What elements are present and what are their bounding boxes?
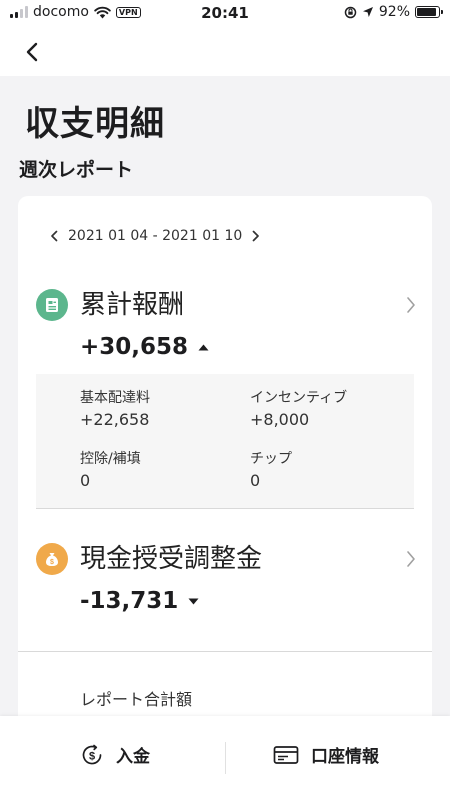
cumulative-earnings-row[interactable]: 累計報酬	[36, 286, 416, 326]
svg-text:$: $	[50, 559, 54, 566]
status-right: 92%	[344, 4, 443, 20]
deduction-value: 0	[80, 471, 91, 490]
tip: チップ 0	[250, 449, 292, 491]
money-bag-icon: $	[36, 543, 68, 575]
battery-percent: 92%	[378, 4, 410, 20]
date-range-selector: 2021 01 04 - 2021 01 10	[50, 228, 260, 244]
bottom-bar-separator	[225, 742, 226, 774]
incentive: インセンティブ +8,000	[250, 388, 347, 430]
report-total-label: レポート合計額	[80, 690, 193, 709]
location-arrow-icon	[362, 7, 373, 17]
base-fee-value: +22,658	[80, 410, 150, 429]
divider	[36, 508, 414, 509]
coin-exchange-icon: $	[82, 744, 102, 764]
deduction: 控除/補填 0	[80, 449, 141, 491]
cumulative-earnings-value-row: +30,658	[80, 334, 209, 360]
account-info-button[interactable]: 口座情報	[273, 742, 379, 767]
incentive-label: インセンティブ	[250, 390, 348, 406]
deduction-label: 控除/補填	[80, 451, 141, 467]
chevron-left-icon	[51, 230, 58, 242]
chevron-left-icon	[26, 42, 38, 62]
chevron-right-icon	[407, 551, 415, 567]
page-title: 収支明細	[25, 104, 165, 144]
deposit-label: 入金	[116, 747, 150, 767]
section-title: 週次レポート	[19, 159, 134, 181]
base-fee: 基本配達料 +22,658	[80, 388, 150, 430]
card-icon	[273, 745, 299, 764]
svg-text:$: $	[89, 750, 95, 762]
date-range-text: 2021 01 04 - 2021 01 10	[68, 228, 243, 244]
incentive-value: +8,000	[250, 410, 310, 429]
back-button[interactable]	[16, 36, 48, 68]
account-info-label: 口座情報	[311, 747, 379, 767]
caret-up-icon	[198, 344, 209, 350]
divider	[18, 651, 432, 652]
battery-icon	[415, 6, 443, 18]
navigation-bar	[0, 26, 450, 76]
receipt-icon	[36, 289, 68, 321]
chevron-right-icon	[407, 297, 415, 313]
cash-adjustment-row[interactable]: $ 現金授受調整金	[36, 540, 416, 580]
previous-week-button[interactable]	[50, 230, 58, 242]
orientation-lock-icon	[344, 6, 357, 18]
earnings-breakdown: 基本配達料 +22,658 インセンティブ +8,000 控除/補填 0 チップ…	[36, 374, 414, 508]
cumulative-earnings-value: +30,658	[80, 334, 189, 360]
caret-down-icon	[188, 598, 199, 604]
next-week-button[interactable]	[252, 230, 260, 242]
status-bar: docomo VPN 20:41 92%	[0, 0, 450, 26]
battery-fill	[417, 8, 437, 16]
cumulative-earnings-label: 累計報酬	[80, 290, 185, 320]
cash-adjustment-value-row: -13,731	[80, 588, 199, 614]
deposit-button[interactable]: $ 入金	[80, 742, 150, 767]
bottom-action-bar: $ 入金 口座情報	[0, 716, 450, 800]
weekly-report-card: 2021 01 04 - 2021 01 10 累計報酬 +30,658 基本配…	[18, 196, 432, 756]
base-fee-label: 基本配達料	[80, 390, 150, 406]
chevron-right-icon	[252, 230, 260, 242]
cash-adjustment-label: 現金授受調整金	[80, 544, 263, 574]
tip-label: チップ	[250, 451, 292, 467]
cash-adjustment-value: -13,731	[80, 588, 179, 614]
tip-value: 0	[250, 471, 261, 490]
